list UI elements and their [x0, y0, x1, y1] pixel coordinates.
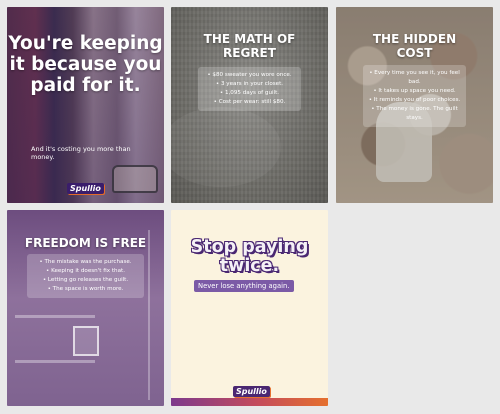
- info-line: • 3 years in your closet.: [215, 81, 284, 87]
- clothing-rail: [148, 230, 150, 400]
- gradient-footer-bar: [171, 398, 328, 406]
- info-line: bad.: [408, 79, 421, 85]
- slide-title: Stop paying twice.: [190, 237, 309, 276]
- info-line: stays.: [406, 115, 423, 121]
- spullio-logo: Spullio: [67, 183, 104, 194]
- info-line: • 1,095 days of guilt.: [219, 90, 280, 96]
- info-line: • Letting go releases the guilt.: [42, 277, 129, 283]
- info-line: • The space is worth more.: [47, 286, 124, 292]
- info-line: • The money is gone. The guilt: [371, 106, 458, 112]
- picture-frame: [73, 326, 99, 356]
- info-line: • The mistake was the purchase.: [39, 259, 132, 265]
- info-box: • The mistake was the purchase. • Keepin…: [27, 254, 144, 298]
- shelf: [15, 360, 95, 363]
- shopping-bag-image: [112, 165, 158, 193]
- slide-card-1[interactable]: You're keeping it because you paid for i…: [7, 7, 164, 203]
- info-line: • It takes up space you need.: [373, 88, 456, 94]
- tagline-badge: Never lose anything again.: [194, 280, 294, 292]
- slide-title: You're keeping it because you paid for i…: [8, 33, 163, 96]
- info-box: • Every time you see it, you feel bad. •…: [363, 65, 466, 127]
- info-line: • $80 sweater you wore once.: [207, 72, 292, 78]
- info-box: • $80 sweater you wore once. • 3 years i…: [198, 67, 301, 111]
- slide-card-3[interactable]: THE HIDDEN COST • Every time you see it,…: [336, 7, 493, 203]
- info-line: • Cost per wear: still $80.: [213, 99, 286, 105]
- slide-title: FREEDOM IS FREE: [24, 236, 147, 250]
- shelf: [15, 315, 95, 318]
- spullio-logo: Spullio: [233, 386, 270, 397]
- info-line: • Keeping it doesn't fix that.: [46, 268, 125, 274]
- slide-card-2[interactable]: THE MATH OF REGRET • $80 sweater you wor…: [171, 7, 328, 203]
- info-line: • It reminds you of poor choices.: [368, 97, 461, 103]
- slide-card-4[interactable]: FREEDOM IS FREE • The mistake was the pu…: [7, 210, 164, 406]
- slide-title: THE HIDDEN COST: [372, 32, 457, 60]
- slide-card-5[interactable]: Stop paying twice. Never lose anything a…: [171, 210, 328, 406]
- info-line: • Every time you see it, you feel: [369, 70, 460, 76]
- slide-subtitle: And it's costing you more than money.: [31, 145, 131, 161]
- slide-title: THE MATH OF REGRET: [203, 32, 296, 60]
